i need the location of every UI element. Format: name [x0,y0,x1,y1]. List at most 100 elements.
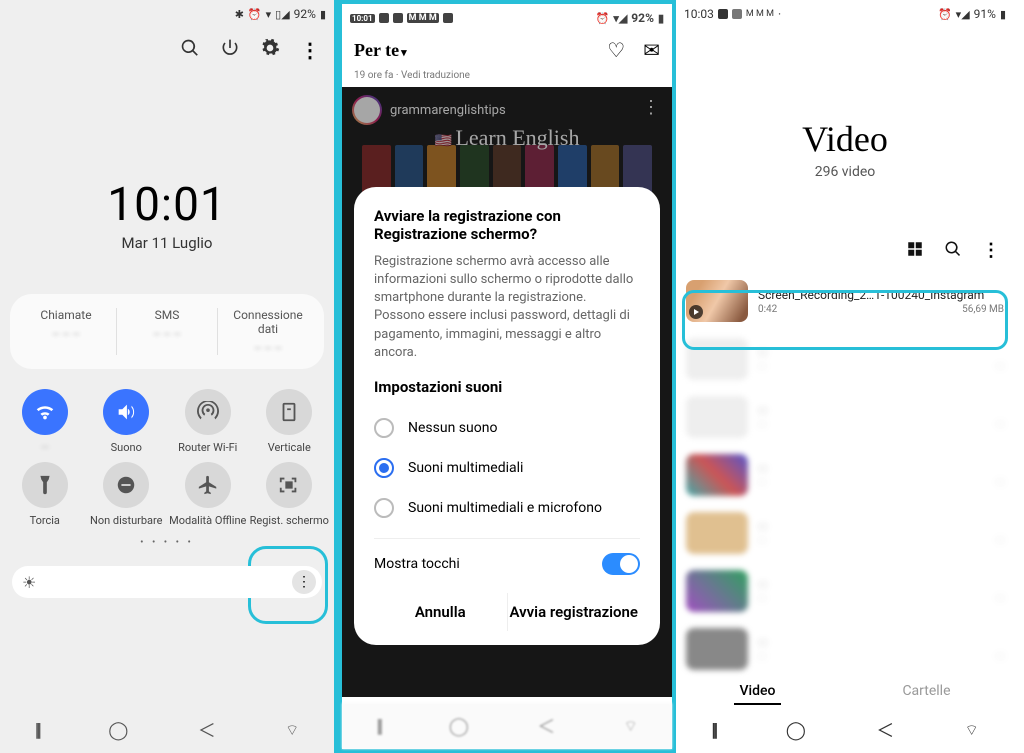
alarm-icon: ⏰ [596,12,610,25]
battery-pct: 91% [974,7,996,21]
brightness-more-icon[interactable]: ⋮ [292,570,316,594]
panel-actions: ⋮ [0,28,334,68]
qs-wifi[interactable]: — [4,385,86,458]
video-size: 56,69 MB [962,304,1004,315]
tab-videos[interactable]: Video [734,679,782,705]
grid-icon[interactable] [906,240,924,262]
nav-bar: ||| ◯ ＜ ⌔ [0,707,334,753]
notification-cards: Chiamate — — — SMS — — — Connessione dat… [10,294,324,369]
battery-pct: 92% [631,11,654,25]
screen-record-dialog: Avviare la registrazione con Registrazio… [354,187,660,645]
qs-dnd[interactable]: Non disturbare [86,458,168,531]
option-media-sound[interactable]: Suoni multimediali [374,448,640,488]
gallery-toolbar: ⋮ [676,180,1014,272]
nav-bar: ||| ◯ ＜ ⌔ [342,703,672,749]
bluetooth-icon: ✱ [235,8,244,21]
status-bar: 10:03 M M M · ⏰ ▾◢ 91% ▮ [676,0,1014,28]
video-item-recording[interactable]: Screen_Recording_2…1-100240_Instagram 0:… [686,272,1004,330]
card-calls[interactable]: Chiamate — — — [16,308,117,355]
gallery-header: Video 296 video [676,118,1014,180]
video-item[interactable]: ——— [686,446,1004,504]
qs-airplane[interactable]: Modalità Offline [167,458,249,531]
video-item[interactable]: ——— [686,620,1004,678]
power-icon[interactable] [220,38,240,62]
battery-pct: 92% [294,7,316,21]
video-item[interactable]: ——— [686,562,1004,620]
qs-screen-record[interactable]: Regist. schermo [249,458,331,531]
nav-recent-icon[interactable]: ||| [35,720,39,741]
battery-icon: ▮ [320,8,326,21]
battery-icon: ▮ [1000,8,1006,21]
clock: 10:01 Mar 11 Luglio [0,178,334,252]
alarm-icon: ⏰ [938,8,952,21]
tab-folders[interactable]: Cartelle [896,679,956,705]
radio-icon [374,418,394,438]
qs-wifi-label: — [4,441,86,454]
radio-icon [374,498,394,518]
qs-hotspot[interactable]: Router Wi-Fi [167,385,249,458]
phone-gallery: 10:03 M M M · ⏰ ▾◢ 91% ▮ Video 296 video… [676,0,1014,753]
reel-video[interactable]: grammarenglishtips ⋮ 🇺🇸 Learn English Av… [342,87,672,697]
option-no-sound[interactable]: Nessun suono [374,408,640,448]
nav-home-icon[interactable]: ◯ [786,720,806,741]
dialog-title: Avviare la registrazione con Registrazio… [374,207,640,243]
option-media-mic[interactable]: Suoni multimediali e microfono [374,488,640,528]
more-notifs: · [778,7,781,21]
cancel-button[interactable]: Annulla [374,593,507,631]
phone-quick-settings: ✱ ⏰ ▾ ▯◢ 92% ▮ ⋮ 10:01 Mar 11 Luglio Chi… [0,0,338,753]
video-filename: Screen_Recording_2…1-100240_Instagram [758,288,1004,302]
nav-recent-icon[interactable]: ||| [711,720,715,741]
app-icon: M M M [407,13,439,23]
nav-back-icon[interactable]: ＜ [876,717,894,743]
video-count: 296 video [676,164,1014,180]
show-touches-toggle[interactable]: Mostra tocchi [374,549,640,579]
brightness-icon: ☀ [22,573,36,592]
nav-accessibility-icon[interactable]: ⌔ [285,721,299,740]
app-icon [732,9,742,19]
gallery-tabs: Video Cartelle [676,679,1014,705]
switch-on-icon [602,553,640,575]
more-icon[interactable]: ⋮ [300,38,320,62]
search-icon[interactable] [180,38,200,62]
nav-back-icon[interactable]: ＜ [537,713,555,739]
video-item[interactable]: ——— [686,504,1004,562]
video-list: Screen_Recording_2…1-100240_Instagram 0:… [676,272,1014,678]
gear-icon[interactable] [260,38,280,62]
more-icon[interactable]: ⋮ [982,240,1000,262]
status-time: 10:01 [350,14,375,23]
qs-torch[interactable]: Torcia [4,458,86,531]
nav-recent-icon[interactable]: ||| [376,716,380,737]
video-item[interactable]: ——— [686,330,1004,388]
battery-icon: ▮ [658,12,664,25]
radio-icon-selected [374,458,394,478]
nav-home-icon[interactable]: ◯ [449,716,469,737]
feed-tab[interactable]: Per te▾ [354,40,407,61]
app-icon: M M M [746,9,774,19]
heart-icon[interactable]: ♡ [607,38,625,62]
nav-accessibility-icon[interactable]: ⌔ [624,717,638,736]
clock-date: Mar 11 Luglio [0,234,334,252]
video-item[interactable]: ——— [686,388,1004,446]
page-dots: • • • • • [0,537,334,548]
search-icon[interactable] [944,240,962,262]
app-icon [718,9,728,19]
brightness-slider[interactable]: ☀ ⋮ [12,566,322,598]
messenger-icon[interactable]: ✉ [643,38,660,62]
status-bar: 10:01 M M M ⏰ ▾◢ 92% ▮ [342,4,672,32]
qs-sound[interactable]: Suono [86,385,168,458]
card-data[interactable]: Connessione dati — — — [218,308,318,355]
video-duration: 0:42 [758,304,777,315]
clock-time: 10:01 [0,178,334,232]
gallery-title: Video [676,118,1014,160]
status-bar: ✱ ⏰ ▾ ▯◢ 92% ▮ [0,0,334,28]
card-sms[interactable]: SMS — — — [117,308,218,355]
nav-back-icon[interactable]: ＜ [198,717,216,743]
signal-icon: ▯◢ [275,8,290,21]
nav-home-icon[interactable]: ◯ [108,720,128,741]
app-icon [443,13,453,23]
status-time: 10:03 [684,7,714,21]
qs-rotation[interactable]: Verticale [249,385,331,458]
start-recording-button[interactable]: Avvia registrazione [507,593,641,631]
nav-accessibility-icon[interactable]: ⌔ [965,721,979,740]
wifi-icon: ▾◢ [956,8,970,21]
